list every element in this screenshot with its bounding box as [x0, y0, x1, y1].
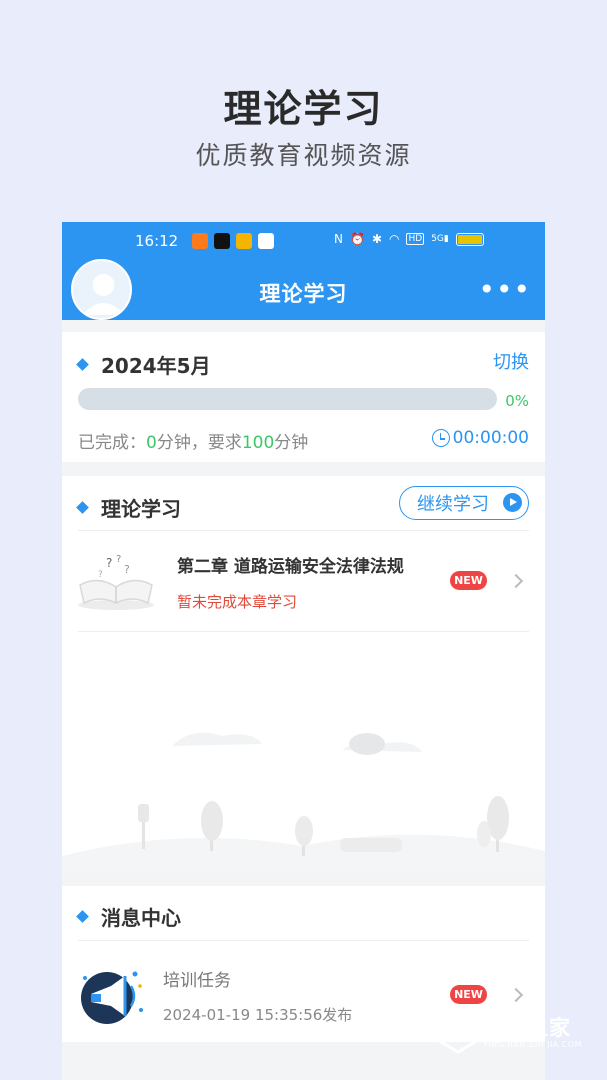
watermark-text: 硬件之家: [483, 1016, 571, 1040]
wifi-icon: ◠: [389, 232, 400, 246]
status-bar: 16:12 N ⏰ ✱ ◠ HD 5G▮: [62, 230, 545, 254]
signal-icon: 5G▮: [431, 234, 449, 244]
diamond-bullet-icon: [76, 501, 89, 514]
search-app-icon: [258, 233, 274, 249]
progress-percent: 0%: [505, 392, 529, 410]
diamond-bullet-icon: [76, 910, 89, 923]
hd-icon: HD: [406, 233, 425, 245]
vip-icon: [236, 233, 252, 249]
month-title: 2024年5月: [101, 354, 211, 378]
chapter-status: 暂未完成本章学习: [177, 593, 298, 611]
megaphone-icon: [81, 971, 143, 1024]
message-section-title: 消息中心: [101, 906, 181, 930]
empty-scenery-illustration: [62, 732, 545, 873]
done-minutes: 0: [146, 433, 157, 453]
play-icon: [503, 493, 522, 512]
open-book-icon: ? ? ? ?: [78, 554, 154, 610]
more-dots-icon[interactable]: •••: [478, 276, 531, 304]
watermark-sub: YING JIAN ZHI JIA.COM: [483, 1040, 582, 1049]
promo-title: 理论学习: [223, 87, 384, 131]
promo-subtitle: 优质教育视频资源: [195, 141, 412, 170]
status-time: 16:12: [135, 232, 179, 250]
switch-button[interactable]: 切换: [493, 348, 529, 374]
bluetooth-icon: ✱: [371, 232, 382, 246]
chevron-right-icon: [508, 987, 524, 1003]
watermark-logo: 硬件之家 YING JIAN ZHI JIA.COM: [438, 1008, 598, 1058]
svg-text:?: ?: [106, 556, 112, 570]
new-badge: NEW: [450, 985, 487, 1004]
clock-icon: [431, 429, 450, 447]
svg-text:?: ?: [98, 570, 103, 580]
divider: [78, 631, 529, 632]
divider: [78, 940, 529, 941]
continue-study-button[interactable]: 继续学习: [399, 486, 529, 520]
tiktok-icon: [214, 233, 230, 249]
hexagon-logo-icon: [439, 1010, 477, 1054]
phone-screen: 16:12 N ⏰ ✱ ◠ HD 5G▮ 理论学习 ••• 2024年5月 切换…: [62, 222, 545, 1080]
study-section-title: 理论学习: [101, 497, 181, 521]
message-title: 培训任务: [163, 971, 231, 991]
study-card: 理论学习 继续学习 ? ? ? ? 第二章 道路运输安全法律法规 暂未完成本章学…: [62, 476, 545, 873]
app-header: 16:12 N ⏰ ✱ ◠ HD 5G▮ 理论学习 •••: [62, 222, 545, 320]
chapter-list-item[interactable]: ? ? ? ? 第二章 道路运输安全法律法规 暂未完成本章学习 NEW: [62, 531, 545, 631]
diamond-bullet-icon: [76, 358, 89, 371]
month-progress-card: 2024年5月 切换 0% 已完成：0分钟，要求100分钟 00:00:00: [62, 332, 545, 462]
header-title: 理论学习: [259, 282, 348, 306]
required-minutes: 100: [241, 433, 275, 453]
taobao-icon: [192, 233, 208, 249]
study-timer: 00:00:00: [431, 428, 529, 448]
progress-bar: [78, 388, 497, 410]
chevron-right-icon: [508, 573, 524, 589]
svg-text:?: ?: [116, 554, 121, 565]
svg-text:?: ?: [124, 563, 130, 576]
battery-icon: [455, 232, 484, 246]
alarm-icon: ⏰: [349, 232, 365, 246]
message-time: 2024-01-19 15:35:56发布: [163, 1006, 353, 1024]
new-badge: NEW: [450, 571, 487, 590]
chapter-title: 第二章 道路运输安全法律法规: [177, 557, 404, 577]
nfc-icon: N: [334, 232, 343, 246]
completion-text: 已完成：0分钟，要求100分钟: [78, 433, 309, 453]
